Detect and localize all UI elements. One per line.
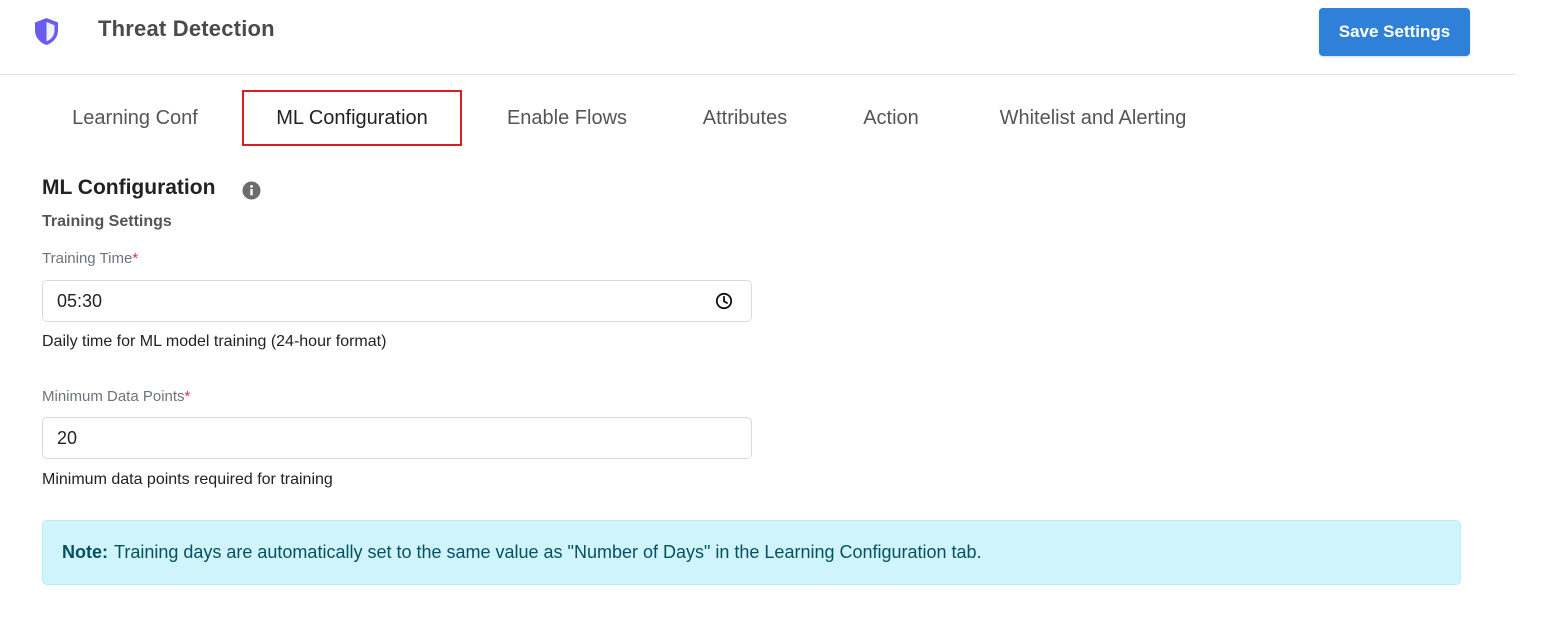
min-data-points-help: Minimum data points required for trainin… [42,471,333,488]
tab-action[interactable]: Action [840,90,942,146]
section-title: ML Configuration [42,176,216,199]
tab-attributes[interactable]: Attributes [675,90,815,146]
tab-ml-configuration[interactable]: ML Configuration [242,90,462,146]
required-mark: * [184,388,191,405]
page-title: Threat Detection [98,16,275,41]
training-settings-heading: Training Settings [42,213,172,230]
training-time-label: Training Time* [42,250,138,267]
min-data-points-field[interactable] [42,417,752,459]
training-time-field[interactable] [42,280,752,322]
training-time-label-text: Training Time [42,250,133,267]
note-text: Training days are automatically set to t… [114,542,982,562]
clock-icon[interactable] [715,292,733,310]
min-data-points-label: Minimum Data Points* [42,388,190,405]
tab-bar: Learning Conf ML Configuration Enable Fl… [0,90,1515,146]
save-settings-button[interactable]: Save Settings [1319,8,1470,56]
app-header: Threat Detection Save Settings [0,0,1515,75]
tab-enable-flows[interactable]: Enable Flows [482,90,652,146]
tab-learning-conf[interactable]: Learning Conf [44,90,226,146]
note-prefix: Note: [62,542,108,562]
training-time-input[interactable] [43,281,751,321]
min-data-points-label-text: Minimum Data Points [42,388,185,405]
info-icon[interactable] [242,181,261,200]
tab-whitelist-and-alerting[interactable]: Whitelist and Alerting [968,90,1218,146]
note-alert: Note: Training days are automatically se… [42,520,1461,585]
required-mark: * [132,250,139,267]
training-time-help: Daily time for ML model training (24-hou… [42,333,387,350]
shield-icon [35,18,58,45]
min-data-points-input[interactable] [43,418,751,458]
